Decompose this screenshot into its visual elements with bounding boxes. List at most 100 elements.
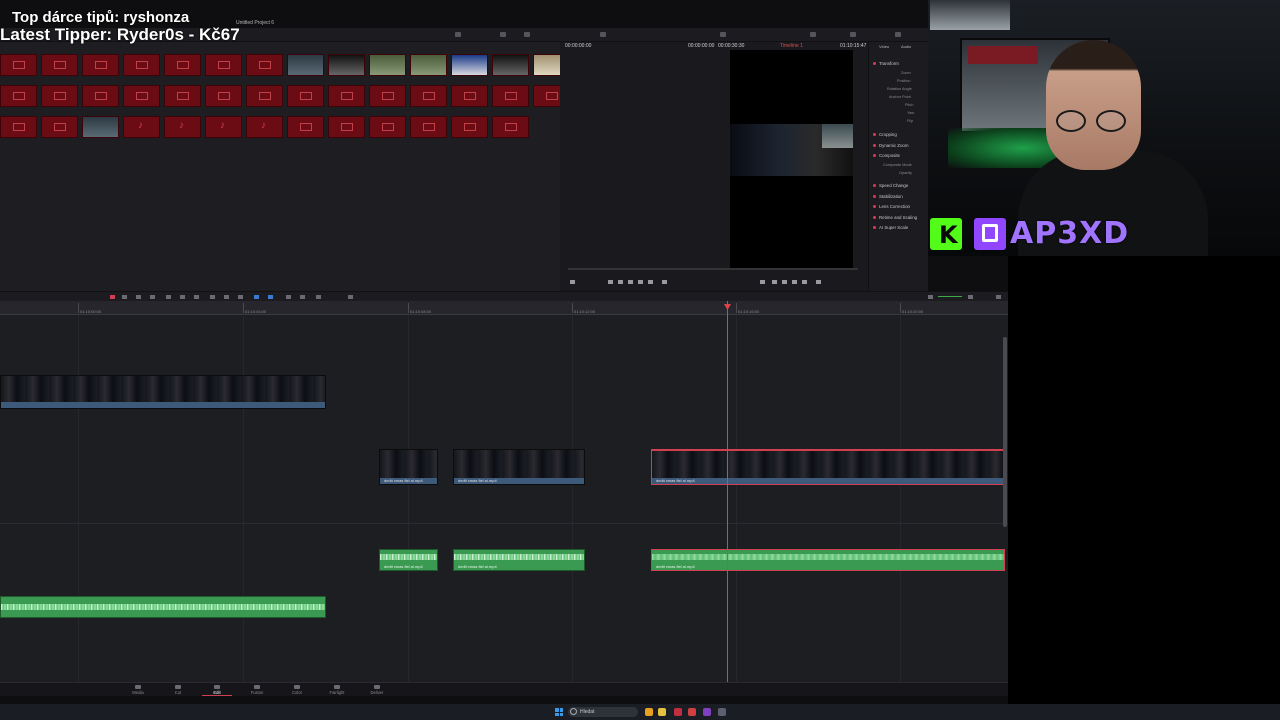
selection-tool-icon[interactable] bbox=[110, 295, 115, 299]
video-clip[interactable]: dedit xmas fiel ai.mp4 bbox=[379, 449, 438, 485]
media-clip[interactable] bbox=[287, 116, 324, 140]
media-clip[interactable] bbox=[0, 54, 37, 78]
blade-tool-icon[interactable] bbox=[150, 295, 155, 299]
media-clip[interactable] bbox=[287, 54, 324, 78]
timeline-name[interactable]: Timeline 1 bbox=[780, 43, 803, 49]
media-clip[interactable] bbox=[123, 85, 160, 109]
loop-icon[interactable] bbox=[816, 280, 821, 284]
chrome-icon[interactable] bbox=[688, 708, 696, 716]
media-clip[interactable] bbox=[410, 85, 447, 109]
tab-audio[interactable]: Audio bbox=[901, 44, 911, 49]
loop-icon[interactable] bbox=[662, 280, 667, 284]
media-clip[interactable] bbox=[451, 85, 488, 109]
forward-icon[interactable] bbox=[802, 280, 807, 284]
play-reverse-icon[interactable] bbox=[772, 280, 777, 284]
rewind-icon[interactable] bbox=[760, 280, 765, 284]
menu-icon[interactable] bbox=[524, 32, 530, 37]
menu-icon[interactable] bbox=[720, 32, 726, 37]
windows-icon[interactable] bbox=[555, 708, 563, 716]
media-clip[interactable] bbox=[205, 85, 242, 109]
search-input[interactable]: Hledat bbox=[568, 707, 638, 717]
media-clip[interactable] bbox=[41, 85, 78, 109]
media-clip[interactable] bbox=[41, 54, 78, 78]
lock-icon[interactable] bbox=[238, 295, 243, 299]
stop-icon[interactable] bbox=[782, 280, 787, 284]
menu-icon[interactable] bbox=[850, 32, 856, 37]
tab-edit[interactable]: Edit bbox=[202, 685, 232, 696]
zoom-detail-icon[interactable] bbox=[300, 295, 305, 299]
snap-icon[interactable] bbox=[210, 295, 215, 299]
media-clip[interactable] bbox=[492, 85, 529, 109]
media-clip[interactable]: ♪ bbox=[164, 116, 201, 140]
media-clip[interactable] bbox=[82, 85, 119, 109]
section-speed-change[interactable]: Speed Change bbox=[879, 183, 908, 188]
media-clip[interactable] bbox=[246, 54, 283, 78]
section-ai-super-scale[interactable]: AI Super Scale bbox=[879, 225, 908, 230]
media-clip[interactable] bbox=[492, 116, 529, 140]
video-clip[interactable] bbox=[0, 375, 326, 409]
stop-icon[interactable] bbox=[628, 280, 633, 284]
audio-clip[interactable]: dedit xmas fiel ai.mp4 bbox=[379, 549, 438, 571]
volume-icon[interactable] bbox=[928, 295, 933, 299]
video-clip[interactable]: dedit xmas fiel ai.mp4 bbox=[651, 449, 1005, 485]
audio-clip[interactable]: dedit xmas fiel ai.mp4 bbox=[453, 549, 585, 571]
marker-icon[interactable] bbox=[268, 295, 273, 299]
menu-icon[interactable] bbox=[500, 32, 506, 37]
media-clip[interactable]: ♪ bbox=[246, 116, 283, 140]
timeline-ruler[interactable]: 01:10:00:00 01:10:04:00 01:10:08:00 01:1… bbox=[0, 301, 1008, 315]
play-icon[interactable] bbox=[792, 280, 797, 284]
media-clip[interactable] bbox=[0, 85, 37, 109]
section-cropping[interactable]: Cropping bbox=[879, 132, 897, 137]
overwrite-icon[interactable] bbox=[180, 295, 185, 299]
media-clip[interactable] bbox=[328, 116, 365, 140]
audio-meter-icon[interactable] bbox=[968, 295, 973, 299]
media-clip[interactable] bbox=[0, 116, 37, 140]
timeline[interactable]: 01:10:00:00 01:10:04:00 01:10:08:00 01:1… bbox=[0, 301, 1008, 682]
media-clip[interactable] bbox=[451, 116, 488, 140]
tab-color[interactable]: Color bbox=[282, 685, 312, 695]
section-dynamic-zoom[interactable]: Dynamic Zoom bbox=[879, 143, 909, 148]
trim-tool-icon[interactable] bbox=[122, 295, 127, 299]
media-clip[interactable] bbox=[123, 54, 160, 78]
media-clip[interactable] bbox=[82, 116, 119, 140]
section-retime-scaling[interactable]: Retime and Scaling bbox=[879, 215, 917, 220]
menu-icon[interactable] bbox=[895, 32, 901, 37]
tab-media[interactable]: Media bbox=[123, 685, 153, 695]
media-clip[interactable] bbox=[164, 54, 201, 78]
media-clip[interactable] bbox=[369, 54, 406, 78]
forward-icon[interactable] bbox=[648, 280, 653, 284]
app-icon[interactable] bbox=[674, 708, 682, 716]
media-clip[interactable] bbox=[369, 85, 406, 109]
media-clip[interactable]: ♪ bbox=[205, 116, 242, 140]
tab-video[interactable]: Video bbox=[879, 44, 889, 49]
media-clip[interactable] bbox=[82, 54, 119, 78]
menu-icon[interactable] bbox=[455, 32, 461, 37]
media-clip[interactable] bbox=[164, 85, 201, 109]
link-icon[interactable] bbox=[224, 295, 229, 299]
zoom-out-icon[interactable] bbox=[348, 295, 353, 299]
media-clip[interactable] bbox=[246, 85, 283, 109]
menu-icon[interactable] bbox=[810, 32, 816, 37]
app-icon[interactable] bbox=[703, 708, 711, 716]
insert-icon[interactable] bbox=[166, 295, 171, 299]
media-clip[interactable] bbox=[492, 54, 529, 78]
section-lens-correction[interactable]: Lens Correction bbox=[879, 204, 910, 209]
timeline-options-icon[interactable] bbox=[996, 295, 1001, 299]
video-clip[interactable]: dedit xmas fiel ai.mp4 bbox=[453, 449, 585, 485]
zoom-full-icon[interactable] bbox=[286, 295, 291, 299]
section-transform[interactable]: Transform bbox=[879, 61, 899, 66]
media-clip[interactable] bbox=[41, 116, 78, 140]
resolve-icon[interactable] bbox=[718, 708, 726, 716]
play-icon[interactable] bbox=[638, 280, 643, 284]
media-clip[interactable] bbox=[451, 54, 488, 78]
tab-fairlight[interactable]: Fairlight bbox=[322, 685, 352, 695]
viewer-scrubber[interactable] bbox=[568, 268, 858, 270]
media-clip[interactable] bbox=[328, 54, 365, 78]
browser-icon[interactable] bbox=[645, 708, 653, 716]
audio-clip[interactable]: dedit xmas fiel ai.mp4 bbox=[651, 549, 1005, 571]
section-stabilization[interactable]: Stabilization bbox=[879, 194, 903, 199]
timeline-scrollbar[interactable] bbox=[1003, 337, 1007, 527]
media-clip[interactable] bbox=[287, 85, 324, 109]
section-composite[interactable]: Composite bbox=[879, 153, 900, 158]
volume-slider[interactable] bbox=[938, 296, 962, 297]
